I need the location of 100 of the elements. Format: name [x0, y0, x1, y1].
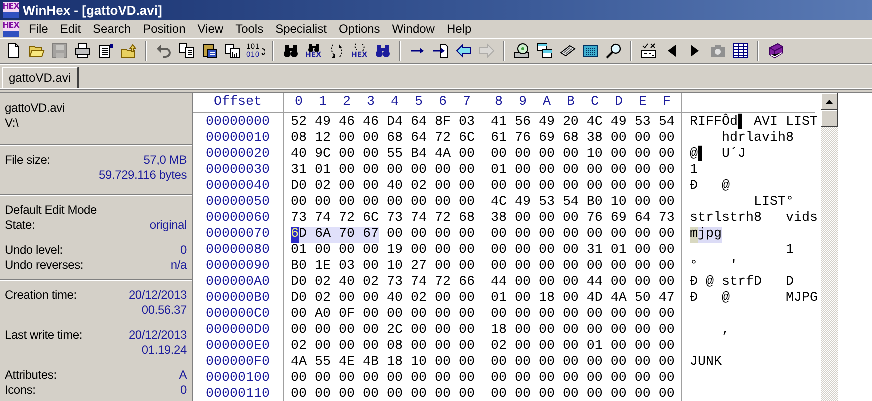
scroll-up-button[interactable] — [821, 93, 838, 110]
right-arrow-icon — [478, 43, 494, 59]
menu-item[interactable]: Options — [332, 22, 386, 36]
clipboard-icon — [202, 43, 218, 59]
hex-bytes: 73 74 72 6C 73 74 72 68 38 00 00 00 76 69 64 73 — [291, 211, 675, 227]
copy-pages-icon — [178, 43, 194, 59]
offset-cell-text: 000000E0 — [205, 339, 271, 355]
info-label: Default Edit Mode — [5, 202, 97, 217]
menu-item[interactable]: Tools — [230, 22, 270, 36]
info-label: Creation time: — [5, 288, 77, 302]
menu-item[interactable]: Help — [440, 22, 478, 36]
offset-cell-text: 000000A0 — [205, 275, 271, 291]
info-value: 01.19.24 — [142, 343, 187, 358]
column-header: 2 — [342, 94, 352, 112]
column-header: F — [662, 94, 672, 112]
hex-bytes: 01 00 00 00 19 00 00 00 00 00 00 00 31 01 00 00 — [291, 243, 675, 259]
folder-arrow-icon — [120, 43, 136, 59]
column-header: 0 — [294, 94, 304, 112]
text-dump: JUNK — [690, 355, 722, 371]
info-value: 00.56.37 — [142, 303, 187, 318]
offset-cell-text: 00000070 — [205, 227, 271, 243]
document-properties-icon — [98, 43, 114, 59]
offset-cell-text: 00000060 — [205, 211, 271, 227]
binoculars-icon — [306, 43, 322, 52]
menu-item[interactable]: Position — [137, 22, 192, 36]
column-header: D — [614, 94, 624, 112]
file-tab[interactable]: gattoVD.avi — [2, 67, 80, 88]
hex-bytes: 52 49 46 46 D4 64 8F 03 41 56 49 20 4C 49 53 54 — [291, 115, 675, 131]
hex-bytes: 00 00 00 00 00 00 00 00 00 00 00 00 00 00 00 00 — [291, 371, 675, 387]
menu-item[interactable]: Window — [386, 22, 441, 36]
text-dump: strlstrh8 vids — [690, 211, 818, 227]
arrow-into-page-icon — [432, 43, 448, 59]
hex-bytes: 00 00 00 00 2C 00 00 00 18 00 00 00 00 00 00 00 — [291, 323, 675, 339]
hex-bytes: D0 02 00 00 40 02 00 00 00 00 00 00 00 00 00 00 — [291, 179, 675, 195]
hex-bytes: 00 00 00 00 00 00 00 00 00 00 00 00 — [386, 227, 675, 243]
info-value: A — [179, 368, 187, 382]
info-label: Icons: — [5, 383, 36, 398]
info-value: 20/12/2013 — [128, 288, 187, 302]
cursor-character: m — [690, 227, 698, 243]
column-header: 6 — [438, 94, 448, 112]
scrollbar[interactable] — [821, 93, 838, 401]
menu-item[interactable]: Specialist — [270, 22, 333, 36]
info-value: 57,0 MB — [144, 152, 187, 167]
selected-text: jpg — [698, 227, 722, 243]
offset-cell-text: 00000000 — [205, 115, 271, 131]
offset-cell-text: 000000D0 — [205, 323, 271, 339]
hex-bytes: 08 12 00 00 68 64 72 6C 61 76 69 68 38 00 00 00 — [291, 131, 675, 147]
memory-chip-icon — [560, 43, 576, 59]
curved-arrow-icon — [260, 46, 265, 56]
selected-bytes: D 6A 70 67 — [299, 227, 379, 243]
disk-drive-icon — [514, 43, 530, 59]
document-logo: HEX — [3, 21, 19, 37]
offset-cell-text: 00000020 — [205, 147, 271, 163]
check-cross-icon — [640, 43, 656, 59]
hex-bytes: 40 9C 00 00 55 B4 4A 00 00 00 00 00 10 00 00 00 — [291, 147, 675, 163]
offset-cell-text: 00000010 — [205, 131, 271, 147]
info-value: 0 — [180, 242, 187, 257]
hex-bytes: 00 00 00 00 00 00 00 00 4C 49 53 54 B0 10 00 00 — [291, 195, 675, 211]
hex-bytes: D0 02 00 00 40 02 00 00 01 00 18 00 4D 4A 50 47 — [291, 291, 675, 307]
info-label: State: — [5, 218, 36, 232]
left-arrow-icon — [456, 43, 472, 59]
menu-item[interactable]: Search — [87, 22, 138, 36]
menu-item[interactable]: File — [23, 22, 54, 36]
offset-cell-text: 00000110 — [205, 387, 271, 401]
cursor-byte: 6 — [291, 227, 299, 243]
info-label: Attributes: — [5, 368, 57, 382]
offset-cell-text: 00000030 — [205, 163, 271, 179]
text-dump: Ð @ strfD D — [690, 275, 794, 291]
info-label: Undo reverses: — [5, 258, 84, 272]
scroll-thumb[interactable] — [821, 110, 838, 127]
info-value: original — [150, 218, 187, 232]
two-windows-icon — [536, 43, 552, 59]
text-dump: @▌ U´J — [690, 147, 746, 163]
hex-bytes: B0 1E 03 00 10 27 00 00 00 00 00 00 00 00 00 00 — [291, 259, 675, 275]
text-dump: , — [720, 323, 730, 339]
column-header: 5 — [414, 94, 424, 112]
info-value: 0 — [180, 383, 187, 398]
table-icon — [732, 43, 748, 59]
column-header: C — [590, 94, 600, 112]
text-dump: hdrlavih8 — [720, 131, 794, 147]
book-icon — [768, 43, 784, 59]
undo-arrow-icon — [156, 43, 172, 59]
hex-bytes: D0 02 40 02 73 74 72 66 44 00 00 00 44 00 00 00 — [291, 275, 675, 291]
menu-item[interactable]: View — [192, 22, 230, 36]
menu-item[interactable]: Edit — [54, 22, 88, 36]
binoculars-icon — [374, 43, 390, 59]
info-label: File size: — [5, 152, 50, 167]
text-dump: Ð @ — [690, 179, 730, 195]
search-icon — [606, 43, 622, 59]
offset-cell-text: 00000100 — [205, 371, 271, 387]
hex-bytes: 4A 55 4E 4B 18 10 00 00 00 00 00 00 00 00 00 00 — [291, 355, 675, 371]
keypad-icon — [582, 43, 598, 59]
column-header: E — [638, 94, 648, 112]
pages-icon — [224, 43, 240, 59]
offset-cell-text: 00000050 — [205, 195, 271, 211]
column-header: 4 — [390, 94, 400, 112]
new-file-icon — [6, 43, 22, 59]
column-header: 9 — [518, 94, 528, 112]
info-value: n/a — [170, 258, 187, 272]
offset-cell-text: 00000080 — [205, 243, 271, 259]
